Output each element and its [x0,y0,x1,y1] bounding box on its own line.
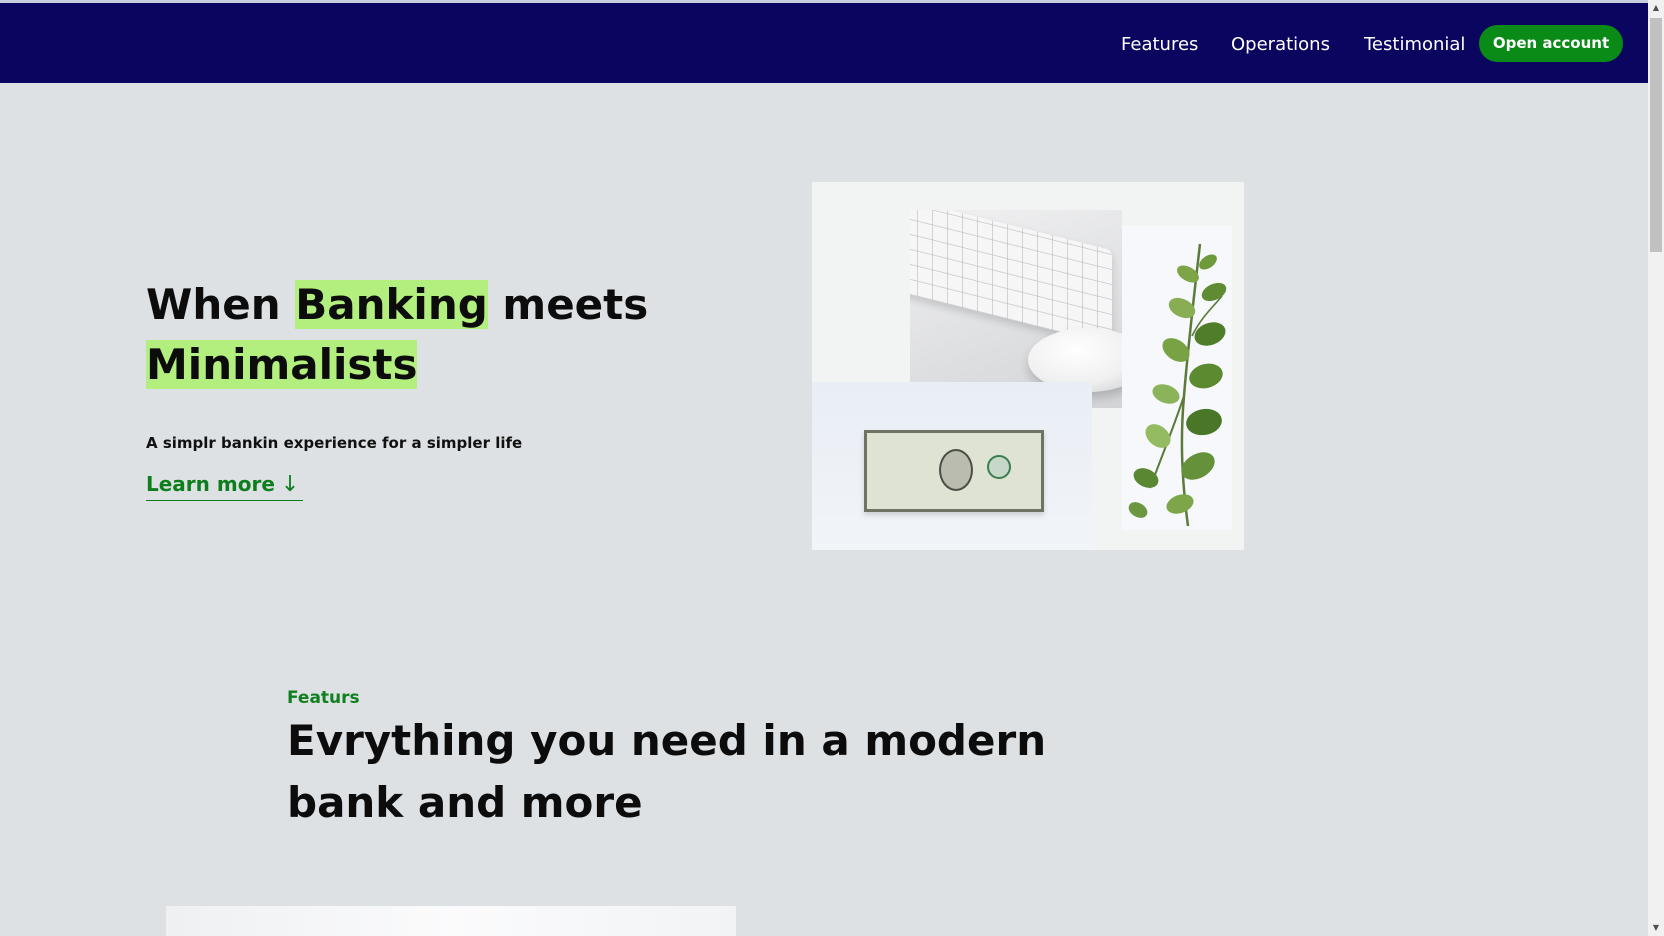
page-content: Features Operations Testimonial Open acc… [0,0,1648,936]
open-account-button[interactable]: Open account [1479,25,1623,62]
feature-image [166,906,736,936]
plant-photo [1122,226,1232,530]
features-section-heading: Evrything you need in a modern bank and … [287,716,1047,827]
nav-link-testimonial[interactable]: Testimonial [1364,33,1465,57]
learn-more-label: Learn more [146,472,275,496]
eucalyptus-plant-icon [1128,243,1227,527]
keyboard-image [910,210,1112,346]
browser-viewport: Features Operations Testimonial Open acc… [0,0,1664,936]
nav-link-features[interactable]: Features [1121,33,1198,57]
arrow-down-icon: ↓ [280,472,300,497]
hero-title-part-2: meets [487,280,649,329]
hero-subtitle: A simplr bankin experience for a simpler… [146,434,523,452]
hero-image [812,182,1244,550]
nav-link-operations[interactable]: Operations [1231,33,1330,57]
money-photo [812,382,1092,550]
dollar-seal [987,455,1011,479]
dollar-bill-image [864,430,1044,512]
top-navigation-bar: Features Operations Testimonial Open acc… [0,3,1648,83]
dollar-portrait [939,449,973,491]
hero-title: When Banking meets Minimalists [146,275,706,395]
hero-title-highlight-banking: Banking [295,280,488,329]
hero-title-highlight-minimalists: Minimalists [146,340,418,389]
learn-more-link[interactable]: Learn more ↓ [146,470,304,501]
hero-title-part-1: When [146,280,296,329]
scroll-thumb[interactable] [1650,18,1662,252]
keyboard-mouse-photo [910,210,1122,408]
vertical-scrollbar[interactable]: ▲ ▼ [1648,0,1664,936]
dollar-corner-mark [871,435,883,451]
scroll-down-arrow-icon[interactable]: ▼ [1648,920,1664,936]
scroll-up-arrow-icon[interactable]: ▲ [1648,0,1664,16]
features-section-tag: Featurs [287,688,360,708]
dollar-corner-mark [871,491,883,507]
dollar-corner-mark [1025,491,1037,507]
dollar-corner-mark [1025,435,1037,451]
